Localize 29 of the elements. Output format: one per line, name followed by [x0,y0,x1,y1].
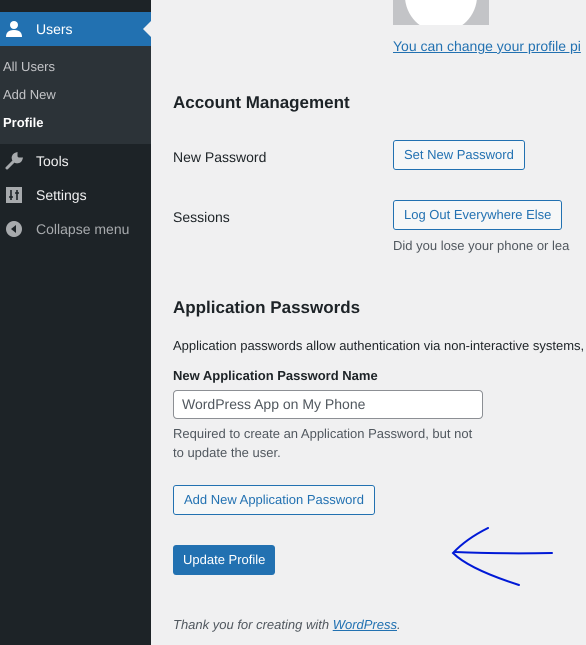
submenu-item[interactable]: Add New [0,81,151,109]
section-heading: Account Management [173,92,351,114]
field-label: Sessions [173,208,231,226]
submenu-item[interactable]: All Users [0,53,151,81]
footer-link[interactable]: WordPress [332,616,397,632]
current-item-pointer [143,21,151,37]
sliders-icon [5,186,23,204]
user-icon [5,20,23,38]
sidebar-item[interactable]: Settings [0,178,151,212]
action-button[interactable]: Set New Password [393,140,525,170]
section-heading: Application Passwords [173,297,362,319]
help-text: Required to create an Application Password, but not to update the user. [173,424,474,462]
submenu-item[interactable]: Profile [0,109,151,137]
field-label: New Application Password Name [173,367,379,385]
action-button[interactable]: Log Out Everywhere Else [393,200,562,230]
sidebar-item[interactable]: Collapse menu [0,212,151,246]
wrench-icon [5,152,23,170]
footer-text: Thank you for creating with [173,616,330,632]
description-text: Application passwords allow authentication via non-interactive systems, [173,336,586,355]
footer-text: . [397,616,401,632]
collapse-icon [6,221,22,237]
sidebar-item[interactable]: Users [0,12,151,46]
application-name-field[interactable]: WordPress App on My Phone [173,390,483,418]
description-text: Did you lose your phone or lea [393,236,570,255]
profile-picture-link[interactable]: You can change your profile pi [393,36,586,57]
update-profile-button[interactable]: Update Profile [173,544,276,574]
add-password-button[interactable]: Add New Application Password [173,484,375,514]
sidebar-item[interactable]: Tools [0,144,151,178]
field-label: New Password [173,148,268,166]
